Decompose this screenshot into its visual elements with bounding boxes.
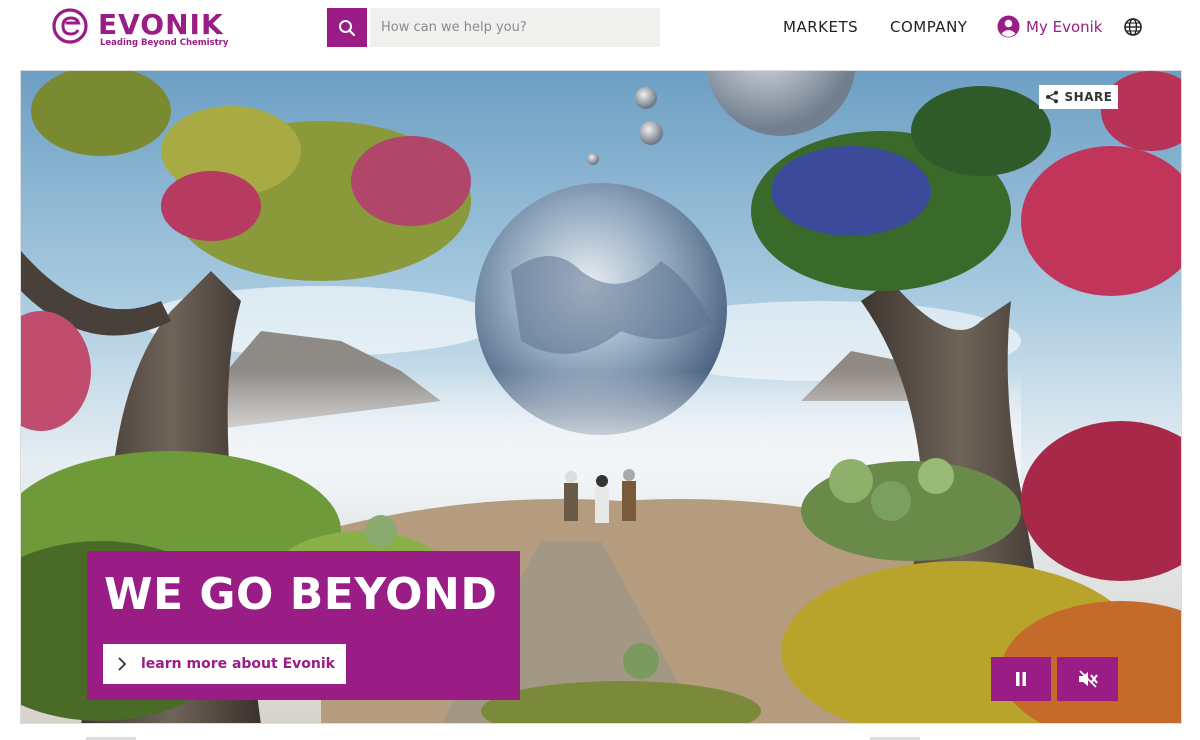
pause-button[interactable] [991,657,1051,701]
nav-markets[interactable]: MARKETS [783,18,858,36]
hero-headline: WE GO BEYOND [104,569,498,620]
logo-tagline: Leading Beyond Chemistry [100,38,229,48]
pause-icon [1016,672,1026,686]
evonik-logo-mark-icon [52,8,88,44]
chevron-right-icon [118,657,127,671]
site-header: EVONIK Leading Beyond Chemistry MARKETS … [0,0,1200,60]
search-icon [339,19,356,36]
user-icon [997,15,1020,38]
evonik-logo[interactable]: EVONIK Leading Beyond Chemistry [52,8,228,50]
nav-my-evonik-label: My Evonik [1026,17,1103,36]
share-button[interactable]: SHARE [1039,85,1118,109]
mute-button[interactable] [1057,657,1118,701]
share-label: SHARE [1064,90,1113,104]
globe-icon[interactable] [1123,17,1143,37]
nav-company[interactable]: COMPANY [890,18,967,36]
share-icon [1045,90,1058,104]
learn-more-label: learn more about Evonik [141,656,335,672]
learn-more-button[interactable]: learn more about Evonik [103,644,346,684]
speaker-muted-icon [1078,670,1098,688]
nav-my-evonik[interactable]: My Evonik [997,15,1102,38]
search-input[interactable] [370,8,660,47]
logo-wordmark: EVONIK [98,8,224,41]
hero-banner: SHARE WE GO BEYOND learn more about Evon… [20,70,1182,724]
hero-headline-box: WE GO BEYOND learn more about Evonik [87,551,520,700]
search-button[interactable] [327,8,367,47]
